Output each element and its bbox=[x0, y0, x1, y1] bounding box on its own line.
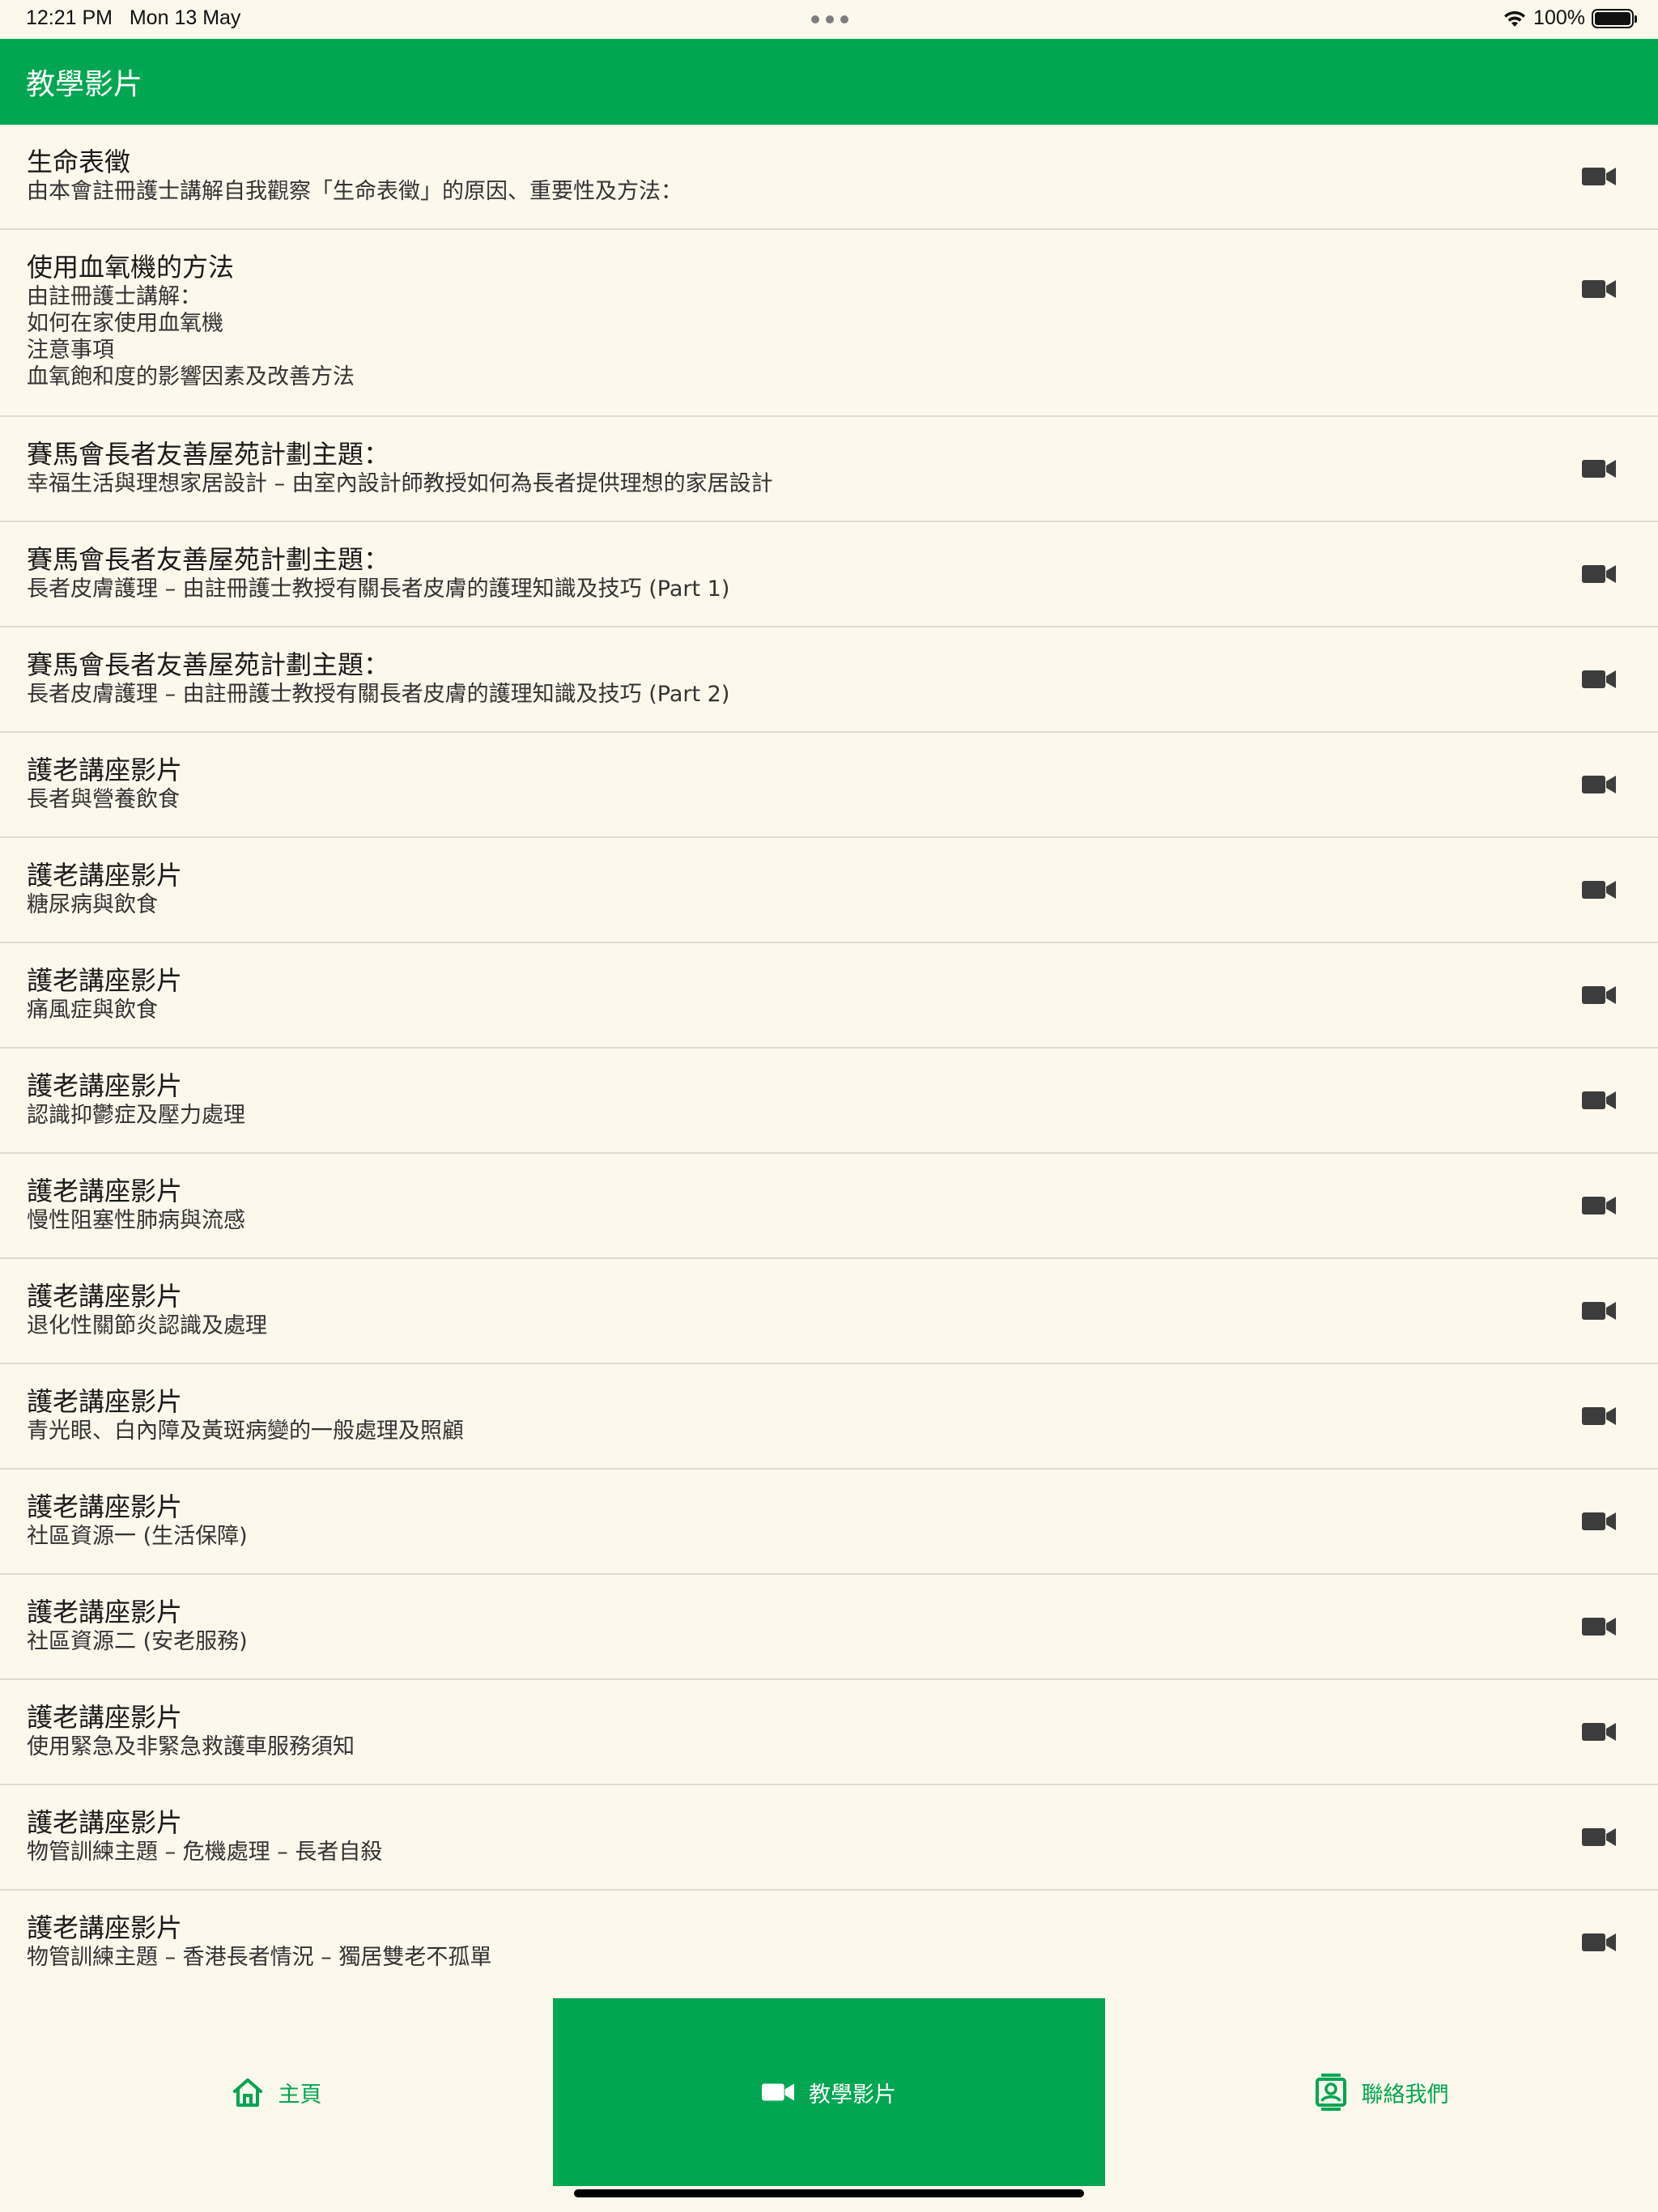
video-camera-icon[interactable] bbox=[1582, 1195, 1616, 1216]
video-description: 社區資源二 (安老服務) bbox=[27, 1629, 248, 1654]
home-indicator bbox=[574, 2189, 1084, 2197]
video-camera-icon[interactable] bbox=[1582, 1932, 1616, 1953]
video-camera-icon[interactable] bbox=[1582, 1090, 1616, 1111]
video-title: 賽馬會長者友善屋苑計劃主題： bbox=[27, 544, 390, 575]
video-title: 護老講座影片 bbox=[27, 755, 183, 785]
video-camera-icon[interactable] bbox=[1582, 774, 1616, 795]
tab-home-label: 主頁 bbox=[278, 2082, 322, 2108]
video-description: 物管訓練主題 – 香港長者情況 – 獨居雙老不孤單 bbox=[27, 1945, 492, 1970]
tab-videos[interactable]: 教學影片 bbox=[553, 1998, 1105, 2186]
status-time: 12:21 PM Mon 13 May bbox=[26, 6, 240, 30]
video-camera-icon[interactable] bbox=[1582, 564, 1616, 585]
video-list-item[interactable]: 護老講座影片 物管訓練主題 – 危機處理 – 長者自殺 bbox=[0, 1785, 1658, 1891]
video-camera-icon[interactable] bbox=[1582, 1406, 1616, 1427]
video-list-item[interactable]: 護老講座影片 慢性阻塞性肺病與流感 bbox=[0, 1154, 1658, 1259]
video-camera-icon[interactable] bbox=[1582, 669, 1616, 690]
video-title: 護老講座影片 bbox=[27, 1386, 183, 1417]
video-title: 護老講座影片 bbox=[27, 1070, 183, 1101]
video-camera-icon[interactable] bbox=[1582, 279, 1616, 300]
page-title: 教學影片 bbox=[26, 68, 143, 101]
video-description: 青光眼、白內障及黃斑病變的一般處理及照顧 bbox=[27, 1419, 464, 1444]
video-title: 護老講座影片 bbox=[27, 860, 183, 891]
video-description: 痛風症與飲食 bbox=[27, 998, 158, 1023]
video-description: 物管訓練主題 – 危機處理 – 長者自殺 bbox=[27, 1840, 383, 1865]
video-description: 認識抑鬱症及壓力處理 bbox=[27, 1103, 245, 1128]
video-title: 使用血氧機的方法 bbox=[27, 252, 235, 283]
video-description: 社區資源一 (生活保障) bbox=[27, 1524, 248, 1549]
wifi-icon bbox=[1504, 11, 1526, 27]
video-description: 糖尿病與飲食 bbox=[27, 892, 158, 917]
app-header: 教學影片 bbox=[0, 39, 1658, 125]
home-icon bbox=[232, 2078, 262, 2107]
video-title: 護老講座影片 bbox=[27, 1491, 183, 1522]
battery-percent: 100% bbox=[1533, 6, 1585, 29]
video-title: 護老講座影片 bbox=[27, 1702, 183, 1733]
video-title: 賽馬會長者友善屋苑計劃主題： bbox=[27, 439, 390, 470]
video-camera-icon[interactable] bbox=[1582, 879, 1616, 900]
video-list-item[interactable]: 護老講座影片 社區資源二 (安老服務) bbox=[0, 1575, 1658, 1680]
video-list-item[interactable]: 護老講座影片 物管訓練主題 – 香港長者情況 – 獨居雙老不孤單 bbox=[0, 1891, 1658, 1996]
video-title: 護老講座影片 bbox=[27, 1912, 183, 1943]
tab-contact-label: 聯絡我們 bbox=[1361, 2082, 1449, 2108]
video-camera-icon[interactable] bbox=[1582, 1721, 1616, 1742]
status-clock: 12:21 PM bbox=[26, 6, 113, 29]
tab-bar: 主頁 教學影片 聯絡我們 bbox=[0, 1992, 1658, 2212]
video-camera-icon[interactable] bbox=[1582, 166, 1616, 187]
video-camera-icon[interactable] bbox=[1582, 985, 1616, 1006]
video-camera-icon[interactable] bbox=[1582, 458, 1616, 479]
status-date: Mon 13 May bbox=[129, 6, 241, 29]
contact-card-icon bbox=[1315, 2074, 1346, 2111]
video-list-item[interactable]: 護老講座影片 長者與營養飲食 bbox=[0, 733, 1658, 838]
video-description: 長者與營養飲食 bbox=[27, 787, 180, 812]
video-list-item[interactable]: 護老講座影片 退化性關節炎認識及處理 bbox=[0, 1259, 1658, 1364]
video-list-item[interactable]: 護老講座影片 認識抑鬱症及壓力處理 bbox=[0, 1049, 1658, 1154]
video-description: 由本會註冊護士講解自我觀察「生命表徵」的原因、重要性及方法： bbox=[27, 179, 682, 204]
video-description: 退化性關節炎認識及處理 bbox=[27, 1313, 267, 1338]
video-title: 護老講座影片 bbox=[27, 1597, 183, 1627]
video-list-item[interactable]: 生命表徵 由本會註冊護士講解自我觀察「生命表徵」的原因、重要性及方法： bbox=[0, 125, 1658, 230]
tab-videos-label: 教學影片 bbox=[809, 2082, 896, 2108]
video-description: 長者皮膚護理 – 由註冊護士教授有關長者皮膚的護理知識及技巧 (Part 1) bbox=[27, 576, 730, 602]
video-camera-icon bbox=[762, 2083, 794, 2101]
video-list-item[interactable]: 護老講座影片 痛風症與飲食 bbox=[0, 943, 1658, 1049]
video-camera-icon[interactable] bbox=[1582, 1827, 1616, 1848]
video-description: 由註冊護士講解： 如何在家使用血氧機 注意事項 血氧飽和度的影響因素及改善方法 bbox=[27, 284, 355, 389]
video-title: 護老講座影片 bbox=[27, 1807, 183, 1838]
video-title: 生命表徵 bbox=[27, 147, 131, 177]
video-description: 長者皮膚護理 – 由註冊護士教授有關長者皮膚的護理知識及技巧 (Part 2) bbox=[27, 682, 730, 707]
video-description: 慢性阻塞性肺病與流感 bbox=[27, 1208, 245, 1233]
tab-home[interactable]: 主頁 bbox=[0, 1998, 553, 2186]
video-list-item[interactable]: 護老講座影片 青光眼、白內障及黃斑病變的一般處理及照顧 bbox=[0, 1364, 1658, 1470]
video-list-item[interactable]: 護老講座影片 糖尿病與飲食 bbox=[0, 838, 1658, 943]
video-description: 使用緊急及非緊急救護車服務須知 bbox=[27, 1734, 355, 1759]
video-title: 賽馬會長者友善屋苑計劃主題： bbox=[27, 649, 390, 680]
tab-contact[interactable]: 聯絡我們 bbox=[1105, 1998, 1658, 2186]
video-list-item[interactable]: 護老講座影片 社區資源一 (生活保障) bbox=[0, 1470, 1658, 1575]
video-camera-icon[interactable] bbox=[1582, 1300, 1616, 1321]
video-list: 生命表徵 由本會註冊護士講解自我觀察「生命表徵」的原因、重要性及方法： 使用血氧… bbox=[0, 125, 1658, 1996]
battery-icon bbox=[1592, 8, 1637, 28]
video-title: 護老講座影片 bbox=[27, 965, 183, 996]
video-list-item[interactable]: 使用血氧機的方法 由註冊護士講解： 如何在家使用血氧機 注意事項 血氧飽和度的影… bbox=[0, 230, 1658, 417]
video-description: 幸福生活與理想家居設計 – 由室內設計師教授如何為長者提供理想的家居設計 bbox=[27, 471, 773, 496]
video-list-item[interactable]: 賽馬會長者友善屋苑計劃主題： 長者皮膚護理 – 由註冊護士教授有關長者皮膚的護理… bbox=[0, 627, 1658, 733]
status-right: 100% bbox=[1503, 6, 1637, 30]
video-camera-icon[interactable] bbox=[1582, 1511, 1616, 1532]
battery-fill bbox=[1595, 11, 1630, 25]
video-list-item[interactable]: 護老講座影片 使用緊急及非緊急救護車服務須知 bbox=[0, 1680, 1658, 1785]
video-title: 護老講座影片 bbox=[27, 1176, 183, 1206]
multitasking-dots-icon[interactable] bbox=[811, 15, 848, 23]
status-bar: 12:21 PM Mon 13 May 100% bbox=[0, 0, 1658, 39]
video-list-item[interactable]: 賽馬會長者友善屋苑計劃主題： 幸福生活與理想家居設計 – 由室內設計師教授如何為… bbox=[0, 417, 1658, 522]
video-title: 護老講座影片 bbox=[27, 1281, 183, 1312]
video-camera-icon[interactable] bbox=[1582, 1616, 1616, 1637]
video-list-item[interactable]: 賽馬會長者友善屋苑計劃主題： 長者皮膚護理 – 由註冊護士教授有關長者皮膚的護理… bbox=[0, 522, 1658, 627]
